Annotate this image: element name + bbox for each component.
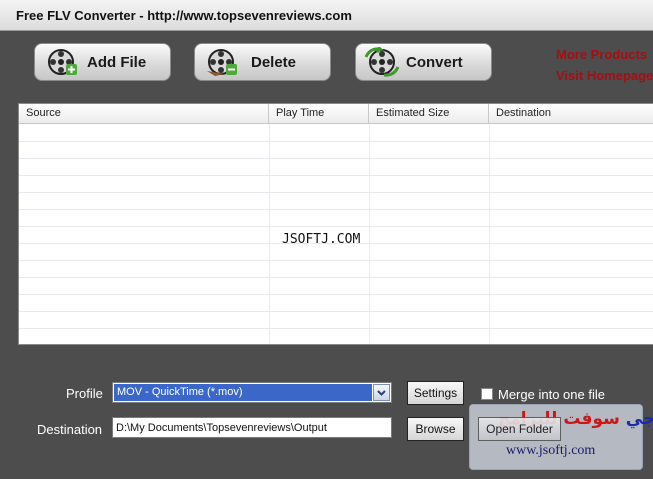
header-links: More Products Visit Homepage — [556, 44, 653, 86]
visit-homepage-link[interactable]: Visit Homepage — [556, 65, 653, 86]
settings-button[interactable]: Settings — [407, 381, 464, 405]
profile-label: Profile — [66, 386, 103, 401]
more-products-link[interactable]: More Products — [556, 44, 653, 65]
window-title: Free FLV Converter - http://www.topseven… — [16, 8, 352, 23]
profile-select[interactable]: MOV - QuickTime (*.mov) — [112, 382, 392, 403]
table-row-divider — [19, 294, 653, 295]
table-row-divider — [19, 328, 653, 329]
file-list-table[interactable]: Source Play Time Estimated Size Destinat… — [18, 103, 653, 345]
film-reel-convert-icon — [364, 45, 404, 82]
watermark-text: JSOFTJ.COM — [282, 232, 361, 247]
destination-input[interactable] — [112, 417, 392, 438]
chevron-down-icon — [377, 390, 386, 396]
table-row-divider — [19, 260, 653, 261]
profile-selected-value: MOV - QuickTime (*.mov) — [114, 384, 372, 401]
merge-checkbox[interactable] — [481, 388, 493, 400]
column-header-destination[interactable]: Destination — [489, 104, 653, 123]
column-header-source[interactable]: Source — [19, 104, 269, 123]
table-row-divider — [19, 277, 653, 278]
delete-label: Delete — [251, 54, 297, 71]
table-header: Source Play Time Estimated Size Destinat… — [19, 104, 653, 124]
table-column-divider — [269, 124, 270, 344]
column-header-estimated-size[interactable]: Estimated Size — [369, 104, 489, 123]
table-row-divider — [19, 226, 653, 227]
film-reel-minus-icon — [203, 47, 243, 82]
film-reel-plus-icon — [43, 47, 83, 82]
dropdown-arrow-button[interactable] — [373, 384, 390, 401]
table-column-divider — [489, 124, 490, 344]
destination-label: Destination — [37, 422, 103, 437]
table-row-divider — [19, 311, 653, 312]
browse-button[interactable]: Browse — [407, 417, 464, 441]
convert-button[interactable]: Convert — [355, 43, 492, 81]
add-file-label: Add File — [87, 54, 147, 71]
open-folder-button[interactable]: Open Folder — [478, 417, 561, 441]
table-row-divider — [19, 175, 653, 176]
table-row-divider — [19, 209, 653, 210]
delete-button[interactable]: Delete — [194, 43, 331, 81]
table-row-divider — [19, 192, 653, 193]
table-column-divider — [369, 124, 370, 344]
title-bar: Free FLV Converter - http://www.topseven… — [0, 0, 653, 31]
convert-label: Convert — [406, 54, 463, 71]
table-row-divider — [19, 158, 653, 159]
table-row-divider — [19, 141, 653, 142]
column-header-play-time[interactable]: Play Time — [269, 104, 369, 123]
add-file-button[interactable]: Add File — [34, 43, 171, 81]
merge-label: Merge into one file — [498, 387, 605, 402]
badge-url: www.jsoftj.com — [506, 443, 596, 458]
